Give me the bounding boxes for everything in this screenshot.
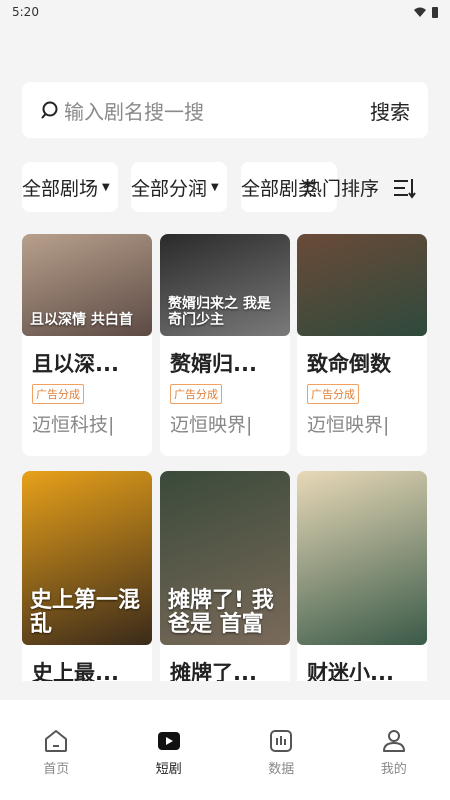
drama-publisher: 迈恒科技| [32, 414, 115, 436]
drama-publisher: 迈恒映界| [307, 414, 390, 436]
ad-badge: 广告分成 [170, 384, 222, 404]
filter-theater-label: 全部剧场 [22, 177, 99, 200]
drama-card[interactable]: 财迷小... [297, 471, 427, 681]
drama-card[interactable]: 赘婿归来之 我是奇门少主 赘婿归... 广告分成 迈恒映界| [160, 234, 290, 456]
chart-icon [270, 730, 293, 752]
search-button[interactable]: 搜索 [370, 96, 410, 125]
drama-publisher: 迈恒映界| [170, 414, 253, 436]
nav-label: 首页 [43, 762, 70, 777]
status-bar: 5:20 [0, 0, 450, 24]
sort-icon[interactable] [392, 177, 416, 199]
drama-card[interactable]: 史上第一混乱 史上最... [22, 471, 152, 681]
drama-title: 且以深... [32, 352, 119, 376]
drama-title: 摊牌了... [170, 661, 257, 681]
filter-share[interactable]: 全部分润 ▼ [131, 162, 227, 212]
drama-card[interactable]: 且以深情 共白首 且以深... 广告分成 迈恒科技| [22, 234, 152, 456]
nav-label: 短剧 [155, 762, 182, 777]
drama-poster: 且以深情 共白首 [22, 234, 152, 336]
drama-poster [297, 471, 427, 645]
drama-title: 致命倒数 [307, 352, 391, 376]
drama-title: 史上最... [32, 661, 119, 681]
home-icon [45, 730, 68, 752]
status-time: 5:20 [12, 5, 39, 19]
search-bar[interactable]: 输入剧名搜一搜 搜索 [22, 82, 428, 138]
nav-item-home[interactable]: 首页 [16, 728, 96, 777]
caret-down-icon: ▼ [102, 181, 110, 193]
drama-grid: 且以深情 共白首 且以深... 广告分成 迈恒科技| 赘婿归来之 我是奇门少主 … [0, 234, 450, 681]
ad-badge: 广告分成 [307, 384, 359, 404]
caret-down-icon: ▼ [211, 181, 219, 193]
poster-title-text: 摊牌了! 我爸是 首富 [168, 587, 274, 637]
poster-title-text: 史上第一混乱 [30, 587, 141, 637]
drama-poster: 赘婿归来之 我是奇门少主 [160, 234, 290, 336]
drama-poster: 史上第一混乱 [22, 471, 152, 645]
filter-row: 全部剧场 ▼ 全部分润 ▼ 全部剧类 热门排序 [0, 162, 450, 212]
poster-title-text: 且以深情 共白首 [30, 311, 133, 328]
wifi-icon [414, 7, 426, 17]
play-icon [157, 732, 180, 750]
nav-item-short-drama[interactable]: 短剧 [129, 728, 209, 777]
drama-title: 赘婿归... [170, 352, 257, 376]
battery-icon [432, 6, 438, 18]
filter-theater[interactable]: 全部剧场 ▼ [22, 162, 118, 212]
drama-poster: 摊牌了! 我爸是 首富 [160, 471, 290, 645]
nav-label: 数据 [268, 762, 295, 777]
sort-selector[interactable]: 热门排序 [303, 174, 379, 201]
drama-card[interactable]: 摊牌了! 我爸是 首富 摊牌了... [160, 471, 290, 681]
user-icon [382, 730, 405, 752]
search-icon [41, 101, 58, 119]
ad-badge: 广告分成 [32, 384, 84, 404]
drama-title: 财迷小... [307, 661, 394, 681]
search-input[interactable]: 输入剧名搜一搜 [64, 96, 370, 125]
nav-item-data[interactable]: 数据 [241, 728, 321, 777]
nav-label: 我的 [380, 762, 407, 777]
poster-title-text: 赘婿归来之 我是奇门少主 [168, 296, 271, 328]
status-icons [414, 6, 438, 18]
bottom-nav: 首页 短剧 数据 我的 [0, 700, 450, 800]
drama-card[interactable]: 致命倒数 广告分成 迈恒映界| [297, 234, 427, 456]
nav-item-mine[interactable]: 我的 [354, 728, 434, 777]
filter-share-label: 全部分润 [131, 177, 208, 200]
drama-poster [297, 234, 427, 336]
